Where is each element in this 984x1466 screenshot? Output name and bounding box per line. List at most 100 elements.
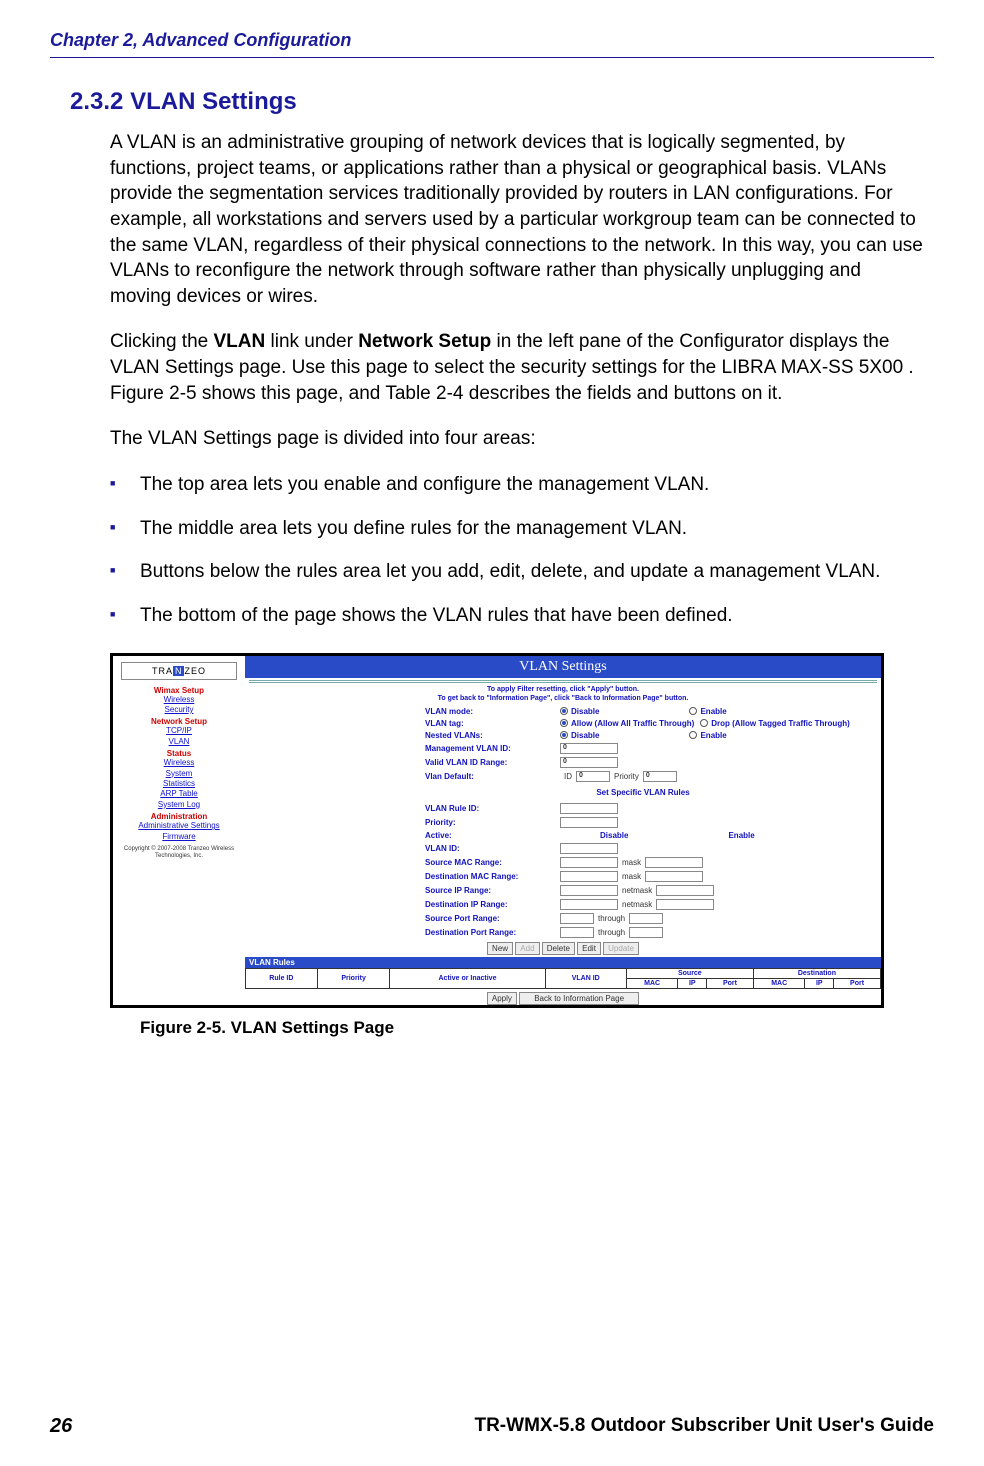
opt-allow: Allow (Allow All Traffic Through) xyxy=(571,719,694,728)
input-sip[interactable] xyxy=(560,885,618,896)
page-number: 26 xyxy=(50,1415,72,1438)
label-through: through xyxy=(598,928,625,937)
sidebar-link-admin-settings[interactable]: Administrative Settings xyxy=(115,821,243,831)
section-heading: 2.3.2 VLAN Settings xyxy=(70,88,934,116)
input-sport1[interactable] xyxy=(560,913,594,924)
input-dip[interactable] xyxy=(560,899,618,910)
row-nested: Nested VLANs: Disable Enable xyxy=(425,731,881,740)
delete-button[interactable]: Delete xyxy=(542,942,575,955)
th-source: Source xyxy=(626,968,753,978)
para-2-bold1: VLAN xyxy=(214,331,266,352)
radio-enable[interactable] xyxy=(689,707,697,715)
divider xyxy=(249,680,877,683)
para-1: A VLAN is an administrative grouping of … xyxy=(110,130,924,309)
radio-drop[interactable] xyxy=(700,719,708,727)
sidebar-link-security[interactable]: Security xyxy=(115,705,243,715)
edit-button[interactable]: Edit xyxy=(577,942,601,955)
sidebar-link-firmware[interactable]: Firmware xyxy=(115,832,243,842)
row-active: Active: Disable Enable xyxy=(425,831,881,840)
radio-disable[interactable] xyxy=(560,707,568,715)
th-dst-port: Port xyxy=(834,978,881,988)
th-ruleid: Rule ID xyxy=(246,968,318,988)
row-sip: Source IP Range: netmask xyxy=(425,885,881,896)
row-dport: Destination Port Range: through xyxy=(425,927,881,938)
back-button[interactable]: Back to Information Page xyxy=(519,992,639,1005)
apply-row: Apply Back to Information Page xyxy=(245,992,881,1005)
radio-nested-enable[interactable] xyxy=(689,731,697,739)
input-range[interactable]: 0 xyxy=(560,757,618,768)
row-dip: Destination IP Range: netmask xyxy=(425,899,881,910)
bullet-list: The top area lets you enable and configu… xyxy=(110,472,934,629)
screenshot-main: VLAN Settings To apply Filter resetting,… xyxy=(245,656,881,1005)
input-dip-mask[interactable] xyxy=(656,899,714,910)
button-row: New Add Delete Edit Update xyxy=(245,942,881,955)
para-2: Clicking the VLAN link under Network Set… xyxy=(110,329,924,406)
th-src-mac: MAC xyxy=(626,978,678,988)
input-dmac-mask[interactable] xyxy=(645,871,703,882)
sidebar-link-system[interactable]: System xyxy=(115,769,243,779)
row-mgmt-id: Management VLAN ID: 0 xyxy=(425,743,881,754)
update-button[interactable]: Update xyxy=(603,942,639,955)
sidebar-link-syslog[interactable]: System Log xyxy=(115,800,243,810)
section-number: 2.3.2 xyxy=(70,88,123,115)
row-rule-id: VLAN Rule ID: xyxy=(425,803,881,814)
row-range: Valid VLAN ID Range: 0 xyxy=(425,757,881,768)
opt-drop: Drop (Allow Tagged Traffic Through) xyxy=(711,719,850,728)
label-range: Valid VLAN ID Range: xyxy=(425,758,560,767)
sidebar-link-vlan[interactable]: VLAN xyxy=(115,737,243,747)
sidebar-link-wireless2[interactable]: Wireless xyxy=(115,758,243,768)
opt-disable: Disable xyxy=(571,707,599,716)
sidebar-link-statistics[interactable]: Statistics xyxy=(115,779,243,789)
input-sport2[interactable] xyxy=(629,913,663,924)
input-dport1[interactable] xyxy=(560,927,594,938)
document-title: TR-WMX-5.8 Outdoor Subscriber Unit User'… xyxy=(474,1415,934,1438)
label-smac: Source MAC Range: xyxy=(425,858,560,867)
copyright: Copyright © 2007-2008 Tranzeo Wireless T… xyxy=(115,846,243,859)
input-prio[interactable] xyxy=(560,817,618,828)
input-dmac[interactable] xyxy=(560,871,618,882)
label-prio: Priority: xyxy=(425,818,560,827)
sidebar-link-tcpip[interactable]: TCP/IP xyxy=(115,726,243,736)
th-dst-ip: IP xyxy=(805,978,834,988)
label-ruleid: VLAN Rule ID: xyxy=(425,804,560,813)
label-mask: mask xyxy=(622,872,641,881)
screenshot-sidebar: TRANZEO Wimax Setup Wireless Security Ne… xyxy=(113,656,245,1005)
input-mgmt-id[interactable]: 0 xyxy=(560,743,618,754)
section-title: VLAN Settings xyxy=(130,88,297,115)
row-default: Vlan Default: ID0 Priority0 xyxy=(425,771,881,782)
add-button[interactable]: Add xyxy=(515,942,539,955)
radio-allow[interactable] xyxy=(560,719,568,727)
th-src-ip: IP xyxy=(678,978,707,988)
opt-nested-enable: Enable xyxy=(700,731,726,740)
logo-part: N xyxy=(173,666,185,676)
page-footer: 26 TR-WMX-5.8 Outdoor Subscriber Unit Us… xyxy=(0,1415,984,1438)
input-smac[interactable] xyxy=(560,857,618,868)
label-mask: mask xyxy=(622,858,641,867)
figure-caption: Figure 2-5. VLAN Settings Page xyxy=(140,1018,934,1038)
hint-2: To get back to "Information Page", click… xyxy=(438,695,689,702)
input-vlanid[interactable] xyxy=(560,843,618,854)
label-dport: Destination Port Range: xyxy=(425,928,560,937)
input-sip-mask[interactable] xyxy=(656,885,714,896)
rules-table: Rule ID Priority Active or Inactive VLAN… xyxy=(245,968,881,989)
input-def-id[interactable]: 0 xyxy=(576,771,610,782)
label-sport: Source Port Range: xyxy=(425,914,560,923)
input-smac-mask[interactable] xyxy=(645,857,703,868)
chapter-header: Chapter 2, Advanced Configuration xyxy=(50,30,934,58)
hint-1: To apply Filter resetting, click "Apply"… xyxy=(487,686,639,693)
list-item: The top area lets you enable and configu… xyxy=(110,472,934,498)
sidebar-link-wireless[interactable]: Wireless xyxy=(115,695,243,705)
new-button[interactable]: New xyxy=(487,942,513,955)
label-vlan-tag: VLAN tag: xyxy=(425,719,560,728)
radio-nested-disable[interactable] xyxy=(560,731,568,739)
label-netmask: netmask xyxy=(622,886,652,895)
input-def-prio[interactable]: 0 xyxy=(643,771,677,782)
label-nested: Nested VLANs: xyxy=(425,731,560,740)
sidebar-link-arp[interactable]: ARP Table xyxy=(115,789,243,799)
input-dport2[interactable] xyxy=(629,927,663,938)
input-ruleid[interactable] xyxy=(560,803,618,814)
row-priority: Priority: xyxy=(425,817,881,828)
apply-button[interactable]: Apply xyxy=(487,992,517,1005)
row-vlan-mode: VLAN mode: Disable Enable xyxy=(425,707,881,716)
th-destination: Destination xyxy=(753,968,880,978)
